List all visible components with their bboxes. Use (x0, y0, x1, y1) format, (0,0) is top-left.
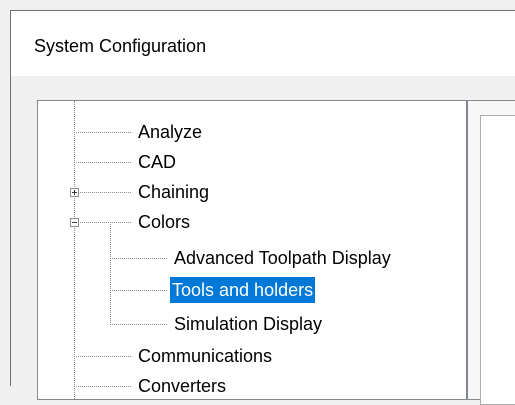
tree-connector-communications (74, 356, 131, 357)
tree-item-converters[interactable]: Converters (138, 373, 226, 399)
tree-connector-simulation-display (110, 324, 167, 325)
configuration-tree[interactable]: Analyze CAD Chaining Colors Advanced Too… (37, 100, 467, 400)
tree-connector-cad (74, 162, 131, 163)
tree-item-communications[interactable]: Communications (138, 343, 272, 369)
tree-connector-advanced-toolpath-display (110, 258, 167, 259)
tree-connector-chaining (74, 192, 131, 193)
tree-item-advanced-toolpath-display[interactable]: Advanced Toolpath Display (174, 245, 391, 271)
tree-colors-children-connector (110, 222, 111, 325)
tree-connector-tools-and-holders (110, 290, 167, 291)
settings-content-area (480, 115, 515, 405)
tree-connector-colors (74, 222, 131, 223)
dialog-header: System Configuration (11, 11, 515, 76)
tree-item-tools-and-holders[interactable]: Tools and holders (170, 277, 316, 303)
system-configuration-dialog: System Configuration Analyze CAD Chainin… (10, 10, 515, 405)
tree-item-simulation-display[interactable]: Simulation Display (174, 311, 322, 337)
tree-connector-converters (74, 386, 131, 387)
tree-item-colors[interactable]: Colors (138, 209, 190, 235)
settings-panel (467, 100, 515, 405)
tree-item-chaining[interactable]: Chaining (138, 179, 209, 205)
tree-item-cad[interactable]: CAD (138, 149, 176, 175)
collapse-minus-icon[interactable] (70, 218, 79, 227)
tree-connector-analyze (74, 132, 131, 133)
expand-plus-icon[interactable] (70, 188, 79, 197)
tree-item-analyze[interactable]: Analyze (138, 119, 202, 145)
dialog-title: System Configuration (34, 36, 207, 56)
